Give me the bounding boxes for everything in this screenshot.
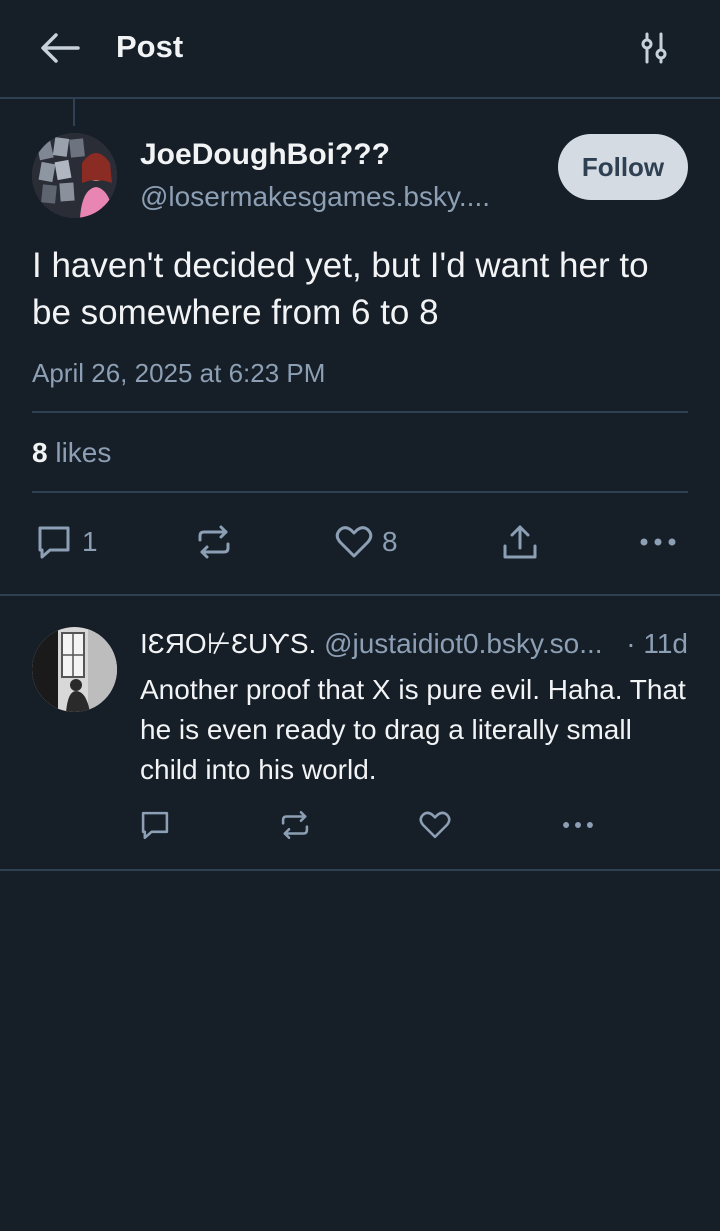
author-display-name[interactable]: JoeDoughBoi??? — [140, 135, 390, 175]
avatar-image — [32, 133, 117, 218]
avatar-image — [32, 627, 117, 712]
reply-bubble-icon — [141, 811, 169, 840]
likes-count: 8 — [32, 437, 48, 468]
thread-connector-line — [73, 99, 75, 126]
sliders-icon — [641, 32, 667, 64]
page-title: Post — [116, 29, 184, 64]
divider — [0, 869, 720, 871]
reply-timestamp[interactable]: · 11d — [626, 625, 688, 663]
reply-more-options-button[interactable] — [560, 808, 596, 842]
more-dots-icon — [563, 822, 593, 828]
author-handle[interactable]: @losermakesgames.bsky.... — [140, 178, 490, 216]
arrow-left-icon — [41, 33, 80, 63]
post-body-text: I haven't decided yet, but I'd want her … — [32, 246, 649, 332]
more-dots-icon — [640, 538, 676, 546]
likes-label: likes — [55, 437, 112, 468]
reply-author-avatar[interactable] — [32, 627, 117, 712]
repost-button[interactable] — [194, 522, 234, 562]
back-button[interactable] — [38, 28, 82, 68]
reply-button[interactable]: 1 — [34, 522, 98, 562]
repost-icon — [198, 525, 230, 559]
heart-icon — [419, 811, 451, 839]
reply-author-handle[interactable]: @justaidiot0.bsky.so... — [324, 628, 602, 659]
divider — [0, 594, 720, 596]
divider — [32, 411, 688, 413]
reply-repost-button[interactable] — [278, 808, 312, 842]
likes-summary[interactable]: 8 likes — [32, 434, 111, 472]
divider — [32, 491, 688, 493]
share-icon — [503, 525, 537, 559]
post-timestamp: April 26, 2025 at 6:23 PM — [32, 358, 326, 388]
like-button[interactable]: 8 — [334, 522, 398, 562]
follow-button[interactable]: Follow — [558, 134, 688, 200]
reply-header: IƐЯO⊬ƐUƳS. @justaidiot0.bsky.so... — [140, 625, 690, 663]
reply-like-button[interactable] — [418, 808, 452, 842]
reply-body-text: Another proof that X is pure evil. Haha.… — [140, 674, 686, 785]
like-count: 8 — [382, 526, 398, 557]
thread-settings-button[interactable] — [632, 28, 676, 68]
top-bar: Post — [0, 0, 720, 99]
reply-bubble-icon — [38, 526, 70, 559]
heart-icon — [335, 526, 373, 558]
reply-reply-button[interactable] — [138, 808, 172, 842]
reply-author-name[interactable]: IƐЯO⊬ƐUƳS. — [140, 628, 316, 659]
author-avatar[interactable] — [32, 133, 117, 218]
share-button[interactable] — [500, 522, 540, 562]
repost-icon — [281, 810, 309, 840]
reply-count: 1 — [82, 526, 98, 557]
more-options-button[interactable] — [638, 522, 678, 562]
